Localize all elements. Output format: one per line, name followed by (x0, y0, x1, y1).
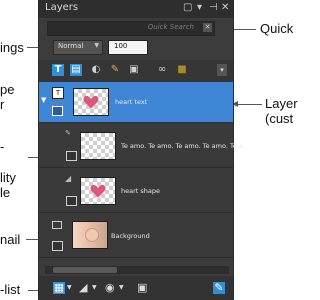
layer-type-badge-icon: T (52, 87, 64, 99)
opacity-field[interactable]: 100 (108, 40, 148, 55)
callout-quick: Quick (260, 21, 294, 36)
search-placeholder: Quick Search (147, 23, 194, 31)
callout-nail: nail (0, 232, 21, 247)
layer-name: heart text (115, 98, 148, 106)
layer-thumbnail (80, 177, 116, 205)
effects-icon[interactable]: ▤ (70, 64, 82, 76)
visibility-toggle-icon[interactable] (66, 151, 77, 161)
layer-row-heart-shape[interactable]: ◢ heart shape (39, 168, 233, 213)
opacity-value: 100 (114, 42, 128, 50)
filter-icon[interactable]: ▣ (128, 64, 140, 76)
close-icon[interactable]: ✕ (221, 2, 229, 14)
delete-layer-icon[interactable]: ✎ (213, 282, 225, 294)
panel-titlebar: Layers ▢ ▾ ⊣ ✕ (39, 0, 233, 18)
layer-row-text[interactable]: ✎ Te amo. Te amo. Te amo. Te amo. Te a (39, 123, 243, 168)
callout-r: r (0, 97, 5, 112)
adjust-icon[interactable]: ◢ (79, 282, 87, 294)
search-clear-icon[interactable]: ✕ (203, 23, 212, 32)
layer-name: Te amo. Te amo. Te amo. Te amo. Te a (121, 142, 243, 150)
layer-type-icon[interactable]: T (52, 64, 64, 76)
scroll-thumb[interactable] (53, 267, 117, 273)
callout-cust: (cust (265, 111, 294, 126)
panel-title: Layers (45, 2, 79, 13)
raster-indicator-icon (52, 221, 62, 229)
baby-photo-icon (85, 228, 99, 242)
layer-name: Background (111, 232, 150, 240)
blend-mode-dropdown[interactable]: Normal ▼ (53, 40, 103, 55)
chevron-down-icon[interactable]: ▼ (92, 282, 97, 294)
visibility-toggle-icon[interactable] (52, 241, 63, 251)
visibility-toggle-icon[interactable] (66, 196, 77, 206)
quick-search-field[interactable]: Quick Search ✕ (47, 21, 215, 36)
callout-list: -list (0, 282, 21, 297)
layer-row-background[interactable]: Background (39, 213, 233, 258)
callout-pe: pe (0, 82, 15, 97)
lock-icon[interactable]: ■ (176, 64, 188, 76)
vector-indicator-icon: ✎ (65, 129, 71, 137)
layer-thumbnail (80, 132, 116, 160)
brush-icon[interactable]: ✎ (109, 64, 121, 76)
new-layer-icon[interactable]: ▦ (53, 282, 65, 294)
chevron-down-icon[interactable]: ▼ (67, 282, 72, 294)
callout-lity: lity (0, 170, 16, 185)
layer-thumbnail (73, 88, 109, 116)
callout-le: le (0, 185, 11, 200)
chevron-down-icon: ▼ (94, 42, 99, 49)
mask-add-icon[interactable]: ◉ (105, 282, 115, 294)
horizontal-scrollbar[interactable] (45, 266, 229, 274)
collapse-icon[interactable]: ▾ (197, 2, 202, 14)
layer-toolbar: T ▤ ◐ ✎ ▣ ∞ ■ ▾ (39, 60, 233, 82)
link-icon[interactable]: ∞ (156, 64, 168, 76)
callout-ings: ings (0, 40, 24, 55)
layer-list: ▼ T heart text ✎ Te amo. Te amo. Te amo.… (39, 82, 243, 262)
layers-panel: Layers ▢ ▾ ⊣ ✕ Quick Search ✕ Normal ▼ 1… (38, 0, 243, 300)
panel-menu-icon[interactable]: ▢ (183, 2, 192, 14)
callout-layer: Layer (265, 96, 298, 111)
shape-indicator-icon: ◢ (65, 174, 72, 183)
background-thumbnail (72, 221, 108, 249)
layer-row-heart-text[interactable]: ▼ T heart text (39, 82, 233, 123)
heart-icon (90, 184, 106, 198)
callout-line-layer (238, 104, 262, 105)
pin-icon[interactable]: ⊣ (209, 2, 218, 14)
mask-icon[interactable]: ◐ (90, 64, 102, 76)
layer-name: heart shape (121, 187, 161, 195)
blend-mode-value: Normal (58, 42, 84, 50)
heart-icon (83, 95, 99, 109)
callout-dash: - (0, 139, 5, 154)
expand-icon[interactable]: ▼ (41, 96, 46, 104)
visibility-toggle-icon[interactable] (52, 106, 63, 116)
merge-icon[interactable]: ▣ (137, 282, 147, 294)
bottom-toolbar: ▦ ▼ ◢ ▼ ◉ ▼ ▣ ✎ (39, 276, 233, 300)
chevron-down-icon[interactable]: ▼ (119, 282, 124, 294)
toolbar-menu-icon[interactable]: ▾ (217, 64, 227, 76)
